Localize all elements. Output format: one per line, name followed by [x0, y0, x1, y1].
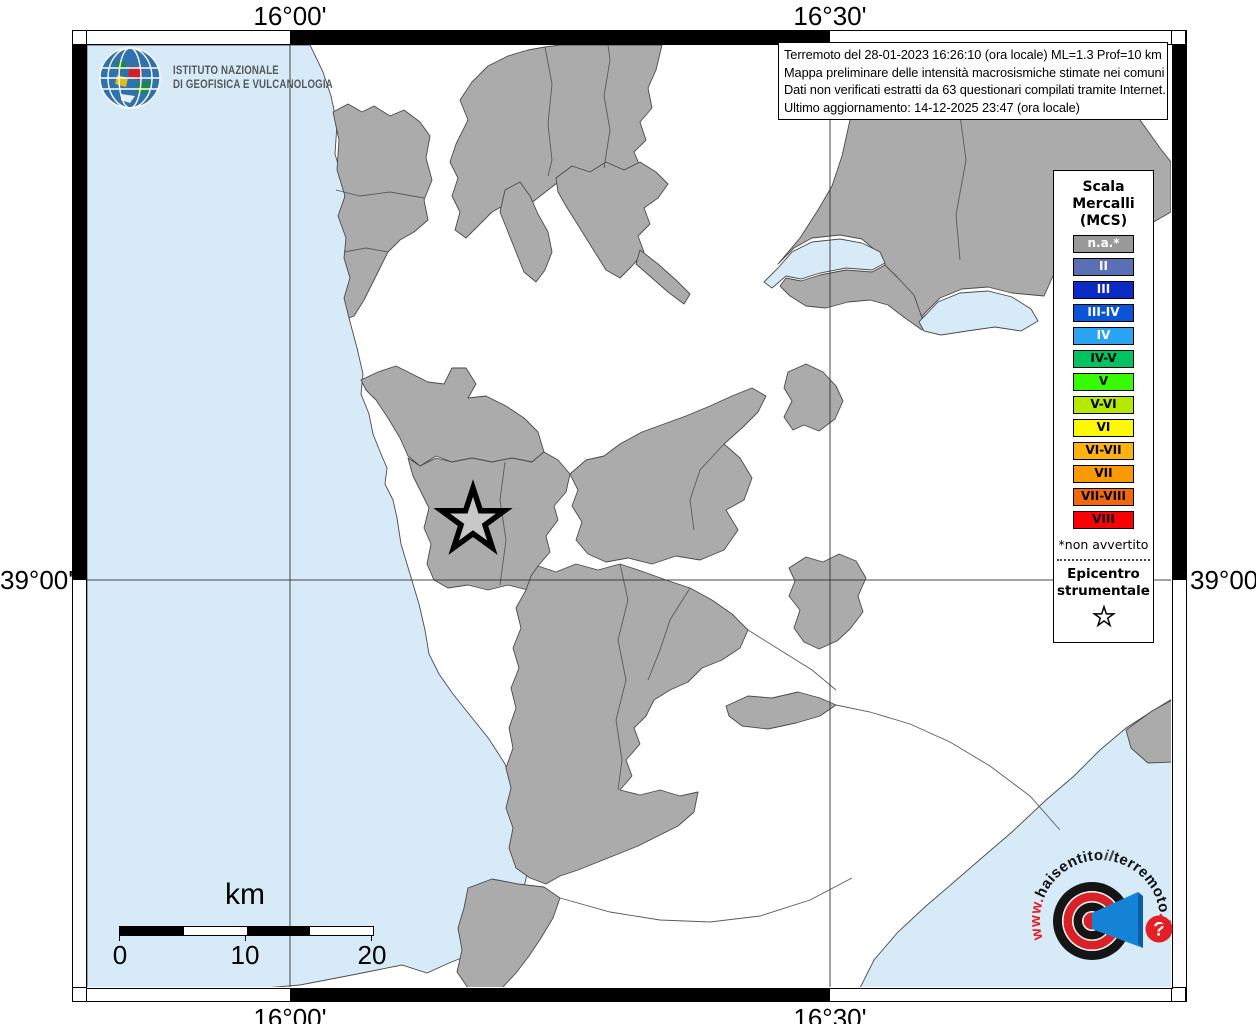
ingv-globe-icon [99, 47, 161, 109]
ingv-name-line2: DI GEOFISICA E VULCANOLOGIA [173, 79, 333, 91]
haisentitoilterremoto-logo: ? www.haisentitoilterremoto.it [1022, 836, 1182, 960]
legend-item-vii: VII [1073, 465, 1134, 483]
legend-item-iv-v: IV-V [1073, 350, 1134, 368]
axis-label-bottom-left: 16°00' [253, 1003, 327, 1024]
scale-segment [121, 927, 184, 935]
legend-epicenter-line: strumentale [1057, 583, 1150, 599]
legend-item-vii-viii: VII-VIII [1073, 488, 1134, 506]
map-scale-bar: km 0 10 20 [105, 878, 405, 982]
legend-item-vi: VI [1073, 419, 1134, 437]
event-info-line: Mappa preliminare delle intensità macros… [784, 64, 1165, 80]
scale-tick-label: 10 [230, 940, 260, 970]
legend-item-viii: VIII [1073, 511, 1134, 529]
legend-epicenter-star-icon [1091, 604, 1116, 628]
scale-tick-label: 0 [112, 940, 128, 970]
axis-label-right: 39°00' [1190, 565, 1256, 595]
ingv-logo-text: ISTITUTO NAZIONALE DI GEOFISICA E VULCAN… [173, 64, 333, 92]
axis-label-top-right: 16°30' [793, 1, 867, 31]
legend-title: Scala Mercalli (MCS) [1054, 179, 1153, 230]
ingv-name-line1: ISTITUTO NAZIONALE [173, 65, 279, 77]
legend-footnote: *non avvertito [1058, 537, 1149, 552]
legend-title-line: Mercalli [1072, 196, 1135, 212]
legend-item-ii: II [1073, 258, 1134, 276]
legend-item-na: n.a.* [1073, 235, 1134, 253]
axis-label-left: 39°00' [0, 565, 74, 595]
ingv-logo: ISTITUTO NAZIONALE DI GEOFISICA E VULCAN… [98, 46, 363, 110]
legend-item-iii-iv: III-IV [1073, 304, 1134, 322]
legend-divider [1057, 559, 1150, 561]
scale-segment [310, 927, 373, 935]
legend-title-line: (MCS) [1079, 213, 1128, 229]
legend-epicenter-label: Epicentro strumentale [1054, 566, 1153, 600]
event-info-line: Terremoto del 28-01-2023 16:26:10 (ora l… [784, 47, 1162, 62]
macroseismic-map-page: 16°00' 16°30' 16°00' 16°30' 39°00' 39°00… [0, 0, 1256, 1024]
event-info-line: Ultimo aggiornamento: 14-12-2025 23:47 (… [784, 99, 1080, 115]
scale-segment [184, 927, 247, 935]
legend-item-iii: III [1073, 281, 1134, 299]
legend-item-v-vi: V-VI [1073, 396, 1134, 414]
legend-item-v: V [1073, 373, 1134, 391]
axis-label-bottom-right: 16°30' [793, 1003, 867, 1024]
scale-tick-label: 20 [357, 940, 387, 970]
legend-item-vi-vii: VI-VII [1073, 442, 1134, 460]
legend-mercalli-scale: Scala Mercalli (MCS) n.a.* II III III-IV… [1053, 170, 1154, 643]
legend-title-line: Scala [1082, 179, 1125, 195]
legend-item-iv: IV [1073, 327, 1134, 345]
legend-epicenter-line: Epicentro [1067, 566, 1140, 582]
scale-segment [247, 927, 310, 935]
scale-bar-segments [120, 926, 374, 936]
scale-unit-label: km [225, 878, 265, 911]
event-info-line: Dati non verificati estratti da 63 quest… [784, 82, 1166, 97]
axis-label-top-left: 16°00' [253, 1, 327, 31]
event-info-box: Terremoto del 28-01-2023 16:26:10 (ora l… [778, 42, 1168, 120]
